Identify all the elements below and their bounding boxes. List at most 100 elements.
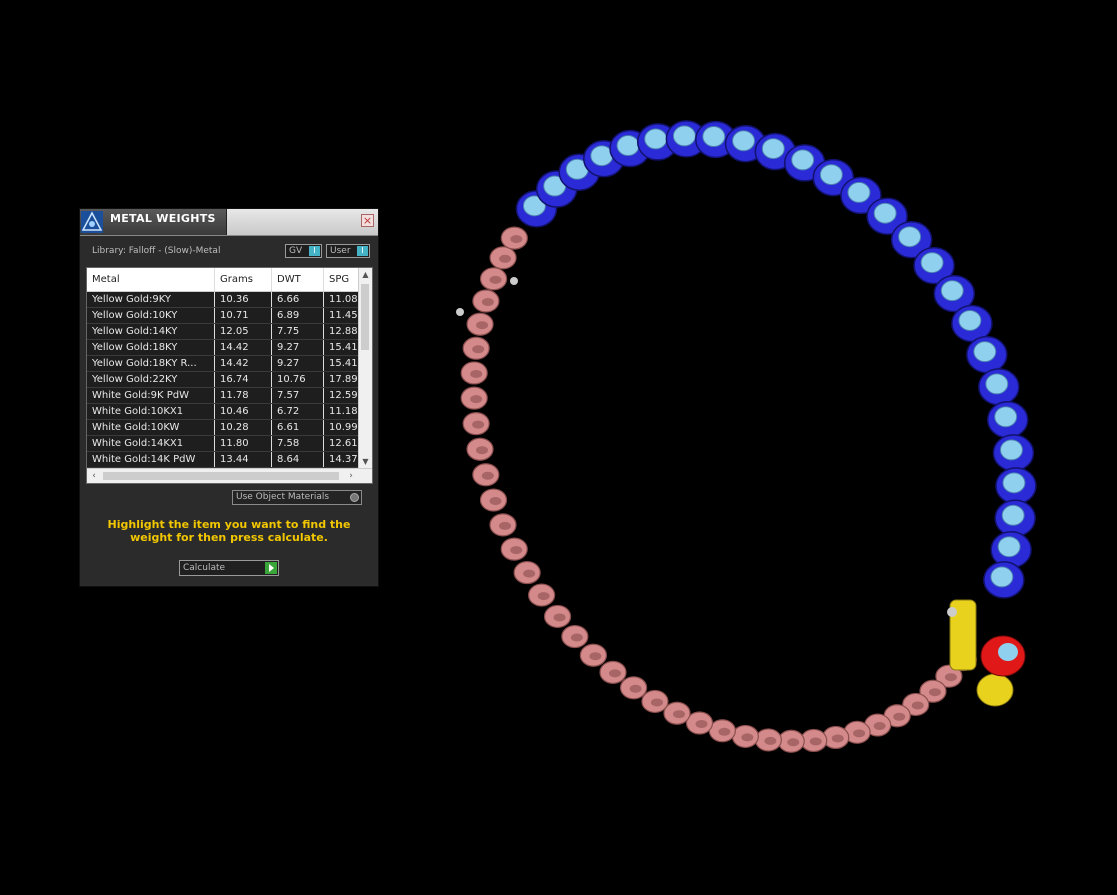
cell-grams: 11.80 bbox=[215, 436, 272, 451]
cell-spg: 11.18 bbox=[324, 404, 359, 419]
cell-metal: White Gold:14KX1 bbox=[87, 436, 215, 451]
table-header: Metal Grams DWT SPG bbox=[87, 268, 359, 292]
user-toggle[interactable]: User I bbox=[326, 244, 370, 258]
cell-metal: Yellow Gold:14KY bbox=[87, 324, 215, 339]
close-icon[interactable]: × bbox=[361, 214, 374, 227]
shank-link-hole bbox=[476, 321, 489, 330]
cell-spg: 12.59 bbox=[324, 388, 359, 403]
table-row[interactable]: Yellow Gold:18KY 14.42 9.27 15.41 bbox=[87, 340, 359, 356]
cell-grams: 12.05 bbox=[215, 324, 272, 339]
gemstone bbox=[644, 128, 668, 150]
panel-title-tab: METAL WEIGHTS bbox=[80, 209, 227, 235]
vertical-scrollbar[interactable]: ▲ ▼ bbox=[358, 268, 372, 468]
cell-dwt: 10.76 bbox=[272, 372, 324, 387]
column-header-dwt[interactable]: DWT bbox=[272, 268, 324, 291]
table-row[interactable]: White Gold:10KX1 10.46 6.72 11.18 bbox=[87, 404, 359, 420]
calculate-button[interactable]: Calculate bbox=[179, 560, 279, 576]
cell-grams: 10.71 bbox=[215, 308, 272, 323]
cell-dwt: 9.27 bbox=[272, 356, 324, 371]
gemstone bbox=[1001, 504, 1025, 526]
scroll-right-icon[interactable]: › bbox=[344, 469, 358, 483]
shank-link-hole bbox=[481, 298, 494, 307]
shank-link-hole bbox=[831, 734, 844, 743]
shank-link-hole bbox=[553, 613, 566, 622]
cell-metal: White Gold:9K PdW bbox=[87, 388, 215, 403]
column-header-spg[interactable]: SPG bbox=[324, 268, 359, 291]
cell-metal: Yellow Gold:10KY bbox=[87, 308, 215, 323]
shank-link-hole bbox=[489, 497, 502, 506]
table-row[interactable]: Yellow Gold:14KY 12.05 7.75 12.88 bbox=[87, 324, 359, 340]
cell-spg: 17.89 bbox=[324, 372, 359, 387]
cell-spg: 10.99 bbox=[324, 420, 359, 435]
column-header-grams[interactable]: Grams bbox=[215, 268, 272, 291]
shank-link-hole bbox=[472, 420, 485, 429]
table-row[interactable]: Yellow Gold:18KY R... 14.42 9.27 15.41 bbox=[87, 356, 359, 372]
cell-grams: 10.46 bbox=[215, 404, 272, 419]
scroll-left-icon[interactable]: ‹ bbox=[87, 469, 101, 483]
cell-metal: Yellow Gold:22KY bbox=[87, 372, 215, 387]
cell-dwt: 7.58 bbox=[272, 436, 324, 451]
shank-link-hole bbox=[911, 701, 924, 710]
cell-grams: 14.42 bbox=[215, 356, 272, 371]
cell-metal: White Gold:14K PdW bbox=[87, 452, 215, 467]
scroll-up-icon[interactable]: ▲ bbox=[359, 268, 372, 281]
gemstone bbox=[847, 181, 871, 203]
library-label: Library: Falloff - (Slow)-Metal bbox=[92, 246, 221, 256]
shank-link-hole bbox=[481, 471, 494, 480]
table-row[interactable]: White Gold:14KX1 11.80 7.58 12.61 bbox=[87, 436, 359, 452]
shank-link-hole bbox=[589, 652, 602, 661]
gv-toggle[interactable]: GV I bbox=[285, 244, 322, 258]
scroll-thumb[interactable] bbox=[361, 284, 369, 350]
gemstone bbox=[998, 643, 1018, 661]
metal-table[interactable]: Metal Grams DWT SPG Yellow Gold:9KY 10.36… bbox=[86, 267, 373, 484]
cell-dwt: 8.64 bbox=[272, 452, 324, 467]
horizontal-scrollbar[interactable]: ‹ › bbox=[87, 468, 372, 483]
cell-spg: 15.41 bbox=[324, 356, 359, 371]
gemstone bbox=[791, 149, 815, 171]
table-row[interactable]: Yellow Gold:22KY 16.74 10.76 17.89 bbox=[87, 372, 359, 388]
cell-spg: 12.88 bbox=[324, 324, 359, 339]
shank-link-hole bbox=[609, 669, 622, 678]
column-header-metal[interactable]: Metal bbox=[87, 268, 215, 291]
cell-dwt: 6.61 bbox=[272, 420, 324, 435]
table-row[interactable]: Yellow Gold:9KY 10.36 6.66 11.08 bbox=[87, 292, 359, 308]
cell-dwt: 9.27 bbox=[272, 340, 324, 355]
cell-dwt: 7.57 bbox=[272, 388, 324, 403]
use-object-materials-label: Use Object Materials bbox=[236, 492, 330, 502]
gemstone bbox=[999, 439, 1023, 461]
shank-link-hole bbox=[764, 736, 777, 745]
gemstone bbox=[616, 135, 640, 157]
gemstone bbox=[761, 138, 785, 160]
scroll-thumb[interactable] bbox=[103, 472, 339, 480]
gemstone bbox=[997, 536, 1021, 558]
shank-link-hole bbox=[873, 722, 886, 731]
shank-link-hole bbox=[741, 733, 754, 742]
instruction-text: Highlight the item you want to find the … bbox=[107, 518, 351, 544]
table-row[interactable]: Yellow Gold:10KY 10.71 6.89 11.45 bbox=[87, 308, 359, 324]
toggle-knob-icon: I bbox=[357, 246, 368, 256]
cell-grams: 10.36 bbox=[215, 292, 272, 307]
table-row[interactable]: White Gold:10KW 10.28 6.61 10.99 bbox=[87, 420, 359, 436]
gemstone bbox=[985, 373, 1009, 395]
shank-link-hole bbox=[476, 446, 489, 455]
gemstone bbox=[958, 309, 982, 331]
shank-link-hole bbox=[510, 235, 523, 244]
cell-spg: 15.41 bbox=[324, 340, 359, 355]
gemstone bbox=[920, 252, 944, 274]
gemstone bbox=[994, 406, 1018, 428]
table-row[interactable]: White Gold:9K PdW 11.78 7.57 12.59 bbox=[87, 388, 359, 404]
use-object-materials-toggle[interactable]: Use Object Materials bbox=[232, 490, 362, 505]
shank-link-hole bbox=[787, 738, 800, 747]
shank-link-hole bbox=[650, 698, 663, 707]
shank-link-hole bbox=[809, 737, 822, 746]
clasp-yellow-knob bbox=[976, 673, 1014, 707]
gv-toggle-label: GV bbox=[289, 246, 303, 256]
gemstone bbox=[990, 566, 1014, 588]
play-icon bbox=[265, 562, 277, 574]
cell-spg: 12.61 bbox=[324, 436, 359, 451]
pin-icon bbox=[947, 607, 957, 617]
table-row[interactable]: White Gold:14K PdW 13.44 8.64 14.37 bbox=[87, 452, 359, 468]
shank-link-hole bbox=[853, 729, 866, 738]
scroll-down-icon[interactable]: ▼ bbox=[359, 455, 372, 468]
panel-titlebar[interactable]: METAL WEIGHTS × bbox=[80, 209, 378, 236]
